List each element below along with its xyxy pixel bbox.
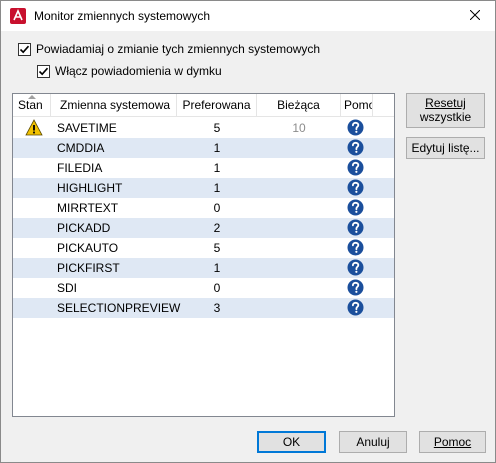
preferred-value[interactable]: 5 xyxy=(177,118,257,138)
help-question-icon[interactable] xyxy=(347,159,367,179)
variable-name: FILEDIA xyxy=(57,161,103,175)
table-row[interactable]: HIGHLIGHT 1 xyxy=(13,178,394,198)
window-title: Monitor zmiennych systemowych xyxy=(34,9,211,23)
variable-name: HIGHLIGHT xyxy=(57,181,123,195)
table-header: Stan Zmienna systemowa Preferowana Bieżą… xyxy=(13,94,394,117)
column-header-current[interactable]: Bieżąca xyxy=(257,94,341,117)
help-question-icon[interactable] xyxy=(347,199,367,219)
table-row[interactable]: PICKAUTO 5 xyxy=(13,238,394,258)
column-header-state[interactable]: Stan xyxy=(13,94,51,117)
variable-name: CMDDIA xyxy=(57,141,105,155)
table-row[interactable]: SDI 0 xyxy=(13,278,394,298)
preferred-value[interactable]: 1 xyxy=(177,178,257,198)
variable-name: SAVETIME xyxy=(57,121,117,135)
app-icon xyxy=(10,8,26,24)
balloon-label: Włącz powiadomienia w dymku xyxy=(55,64,222,78)
table-row[interactable]: SELECTIONPREVIEW 3 xyxy=(13,298,394,318)
preferred-value[interactable]: 2 xyxy=(177,218,257,238)
current-value xyxy=(257,198,341,218)
variable-name: PICKFIRST xyxy=(57,261,120,275)
preferred-value[interactable]: 5 xyxy=(177,238,257,258)
help-question-icon[interactable] xyxy=(347,259,367,279)
variable-name: SDI xyxy=(57,281,78,295)
current-value xyxy=(257,158,341,178)
help-question-icon[interactable] xyxy=(347,299,367,319)
reset-all-button[interactable]: Resetuj wszystkie xyxy=(406,93,485,128)
help-question-icon[interactable] xyxy=(347,279,367,299)
warning-triangle-icon xyxy=(25,119,43,139)
notify-checkbox-row[interactable]: Powiadamiaj o zmianie tych zmiennych sys… xyxy=(18,42,320,56)
help-question-icon[interactable] xyxy=(347,219,367,239)
preferred-value[interactable]: 1 xyxy=(177,138,257,158)
preferred-value[interactable]: 1 xyxy=(177,158,257,178)
ok-button[interactable]: OK xyxy=(257,431,326,453)
column-header-help[interactable]: Pomoc xyxy=(341,94,373,117)
table-row[interactable]: MIRRTEXT 0 xyxy=(13,198,394,218)
variable-name: SELECTIONPREVIEW xyxy=(57,301,181,315)
balloon-checkbox-row[interactable]: Włącz powiadomienia w dymku xyxy=(37,64,222,78)
title-bar: Monitor zmiennych systemowych xyxy=(1,1,495,31)
balloon-checkbox[interactable] xyxy=(37,64,50,78)
current-value xyxy=(257,298,341,318)
help-question-icon[interactable] xyxy=(347,119,367,139)
variable-name: PICKADD xyxy=(57,221,111,235)
table-row[interactable]: PICKFIRST 1 xyxy=(13,258,394,278)
help-question-icon[interactable] xyxy=(347,179,367,199)
variable-name: PICKAUTO xyxy=(57,241,119,255)
column-header-preferred[interactable]: Preferowana xyxy=(177,94,257,117)
help-question-icon[interactable] xyxy=(347,239,367,259)
edit-list-button[interactable]: Edytuj listę... xyxy=(406,137,485,159)
close-button[interactable] xyxy=(455,1,495,31)
help-question-icon[interactable] xyxy=(347,139,367,159)
preferred-value[interactable]: 3 xyxy=(177,298,257,318)
table-row[interactable]: FILEDIA 1 xyxy=(13,158,394,178)
current-value xyxy=(257,138,341,158)
sysvar-table[interactable]: Stan Zmienna systemowa Preferowana Bieżą… xyxy=(12,93,395,417)
notify-checkbox[interactable] xyxy=(18,42,31,56)
notify-label: Powiadamiaj o zmianie tych zmiennych sys… xyxy=(36,42,321,56)
column-header-name[interactable]: Zmienna systemowa xyxy=(51,94,177,117)
cancel-button[interactable]: Anuluj xyxy=(339,431,407,453)
table-row[interactable]: CMDDIA 1 xyxy=(13,138,394,158)
preferred-value[interactable]: 0 xyxy=(177,198,257,218)
current-value xyxy=(257,238,341,258)
current-value xyxy=(257,218,341,238)
current-value xyxy=(257,258,341,278)
checkmark-icon xyxy=(19,45,30,53)
dialog-window: Monitor zmiennych systemowych Powiadamia… xyxy=(0,0,496,463)
current-value: 10 xyxy=(292,121,306,135)
sort-ascending-icon xyxy=(28,95,36,99)
variable-name: MIRRTEXT xyxy=(57,201,119,215)
current-value xyxy=(257,178,341,198)
close-icon xyxy=(469,9,481,23)
help-button[interactable]: Pomoc xyxy=(419,431,486,453)
current-value xyxy=(257,278,341,298)
table-row[interactable]: PICKADD 2 xyxy=(13,218,394,238)
preferred-value[interactable]: 0 xyxy=(177,278,257,298)
preferred-value[interactable]: 1 xyxy=(177,258,257,278)
table-row[interactable]: SAVETIME 5 10 xyxy=(13,118,394,138)
checkmark-icon xyxy=(38,67,49,75)
